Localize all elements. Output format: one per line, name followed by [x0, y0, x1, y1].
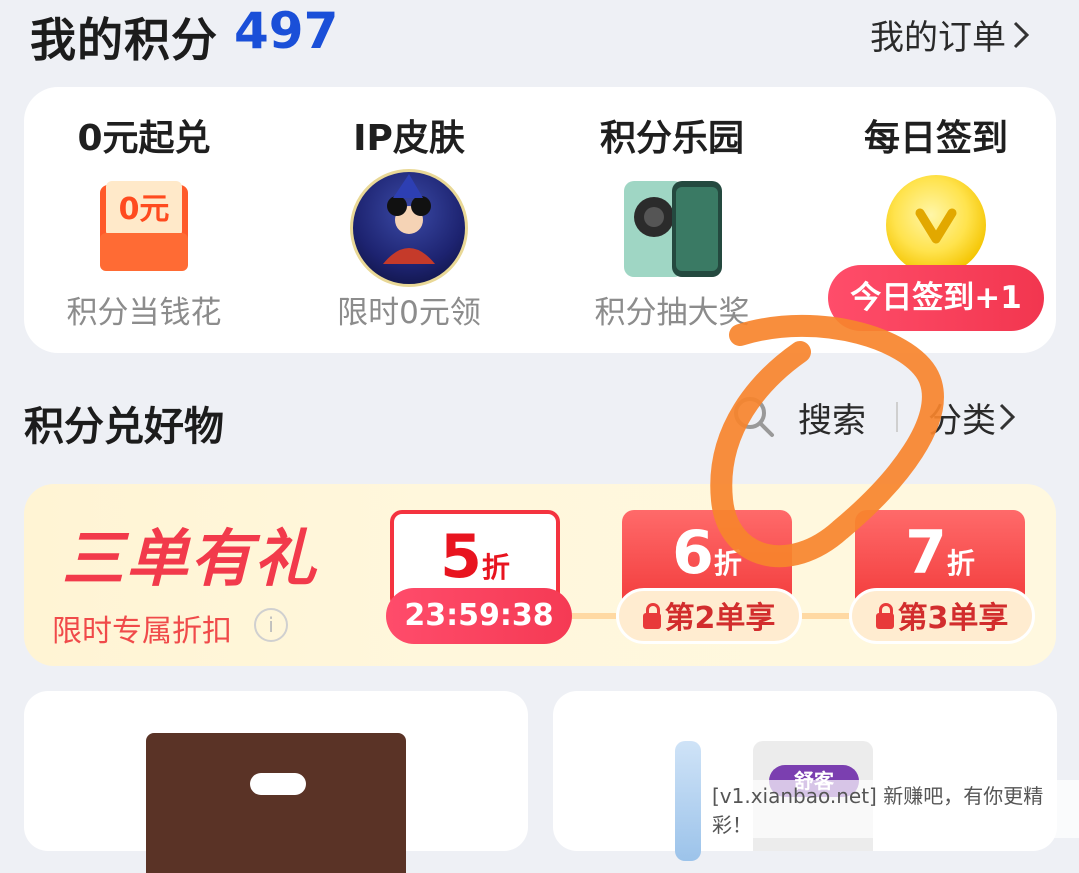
tier-2-label: 第2单享 [616, 588, 802, 644]
points-value[interactable]: 497 [234, 2, 338, 60]
search-label[interactable]: 搜索 [798, 393, 866, 442]
feature-subtitle: 限时0元领 [337, 295, 481, 331]
character-avatar [350, 169, 468, 287]
promo-title: 三单有礼 [62, 522, 319, 595]
promo-subtitle: 限时专属折扣 [52, 614, 232, 649]
lock-icon [642, 603, 661, 629]
feature-title: 积分乐园 [599, 118, 744, 159]
tier-3-label: 第3单享 [849, 588, 1035, 644]
tier-3-text: 第3单享 [897, 601, 1009, 636]
tier-2-text: 第2单享 [664, 601, 776, 636]
discount-unit: 折 [946, 547, 975, 580]
tier-connector [572, 613, 616, 619]
toothbrush-toothpaste-image [675, 741, 701, 861]
category-label[interactable]: 分类 [928, 393, 996, 442]
coupon-icon-text: 0元 [119, 192, 170, 227]
discount-unit: 折 [481, 551, 510, 584]
discount-value: 7 [905, 518, 947, 588]
divider [896, 402, 898, 432]
signin-today-badge[interactable]: 今日签到+1 [828, 265, 1044, 331]
feature-points-park[interactable]: 积分乐园 积分抽大奖 [552, 87, 792, 331]
coupon-icon: 0元 [100, 181, 188, 271]
coin-icon [886, 175, 986, 275]
discount-unit: 折 [713, 547, 742, 580]
chevron-right-icon [1013, 21, 1030, 48]
info-icon[interactable]: i [254, 608, 288, 642]
feature-subtitle: 积分抽大奖 [594, 295, 750, 331]
feature-card: 0元起兑 0元 积分当钱花 IP皮肤 限时0元领 积分乐园 积分抽大奖 每日签到… [24, 87, 1056, 353]
feature-subtitle: 积分当钱花 [66, 295, 222, 331]
lock-icon [875, 603, 894, 629]
watermark: [v1.xianbao.net] 新赚吧，有你更精彩！ [708, 780, 1079, 838]
discount-value: 6 [672, 518, 714, 588]
points-label: 我的积分 [30, 13, 218, 67]
product-card[interactable] [24, 691, 528, 873]
feature-title: 0元起兑 [77, 118, 211, 159]
discount-value: 5 [440, 522, 482, 592]
chevron-right-icon [999, 403, 1016, 431]
section-title: 积分兑好物 [24, 404, 224, 450]
countdown-timer: 23:59:38 [386, 588, 572, 644]
my-orders-link[interactable]: 我的订单 [870, 10, 1032, 59]
bag-handle [250, 773, 306, 795]
phone-prize-image [624, 181, 722, 277]
promo-banner[interactable]: 三单有礼 限时专属折扣 i 5折 6折 7折 23:59:38 第2单享 第3单… [24, 484, 1056, 666]
feature-title: IP皮肤 [353, 118, 465, 159]
tier-connector [802, 613, 849, 619]
feature-daily-signin[interactable]: 每日签到 [816, 87, 1056, 275]
my-orders-label: 我的订单 [870, 18, 1006, 58]
search-bar[interactable]: 搜索 分类 [730, 392, 1018, 442]
feature-ip-skin[interactable]: IP皮肤 限时0元领 [289, 87, 529, 331]
brown-bag-image [146, 733, 406, 873]
search-icon [734, 397, 774, 437]
feature-zero-yuan-redeem[interactable]: 0元起兑 0元 积分当钱花 [24, 87, 264, 331]
feature-title: 每日签到 [863, 118, 1008, 159]
